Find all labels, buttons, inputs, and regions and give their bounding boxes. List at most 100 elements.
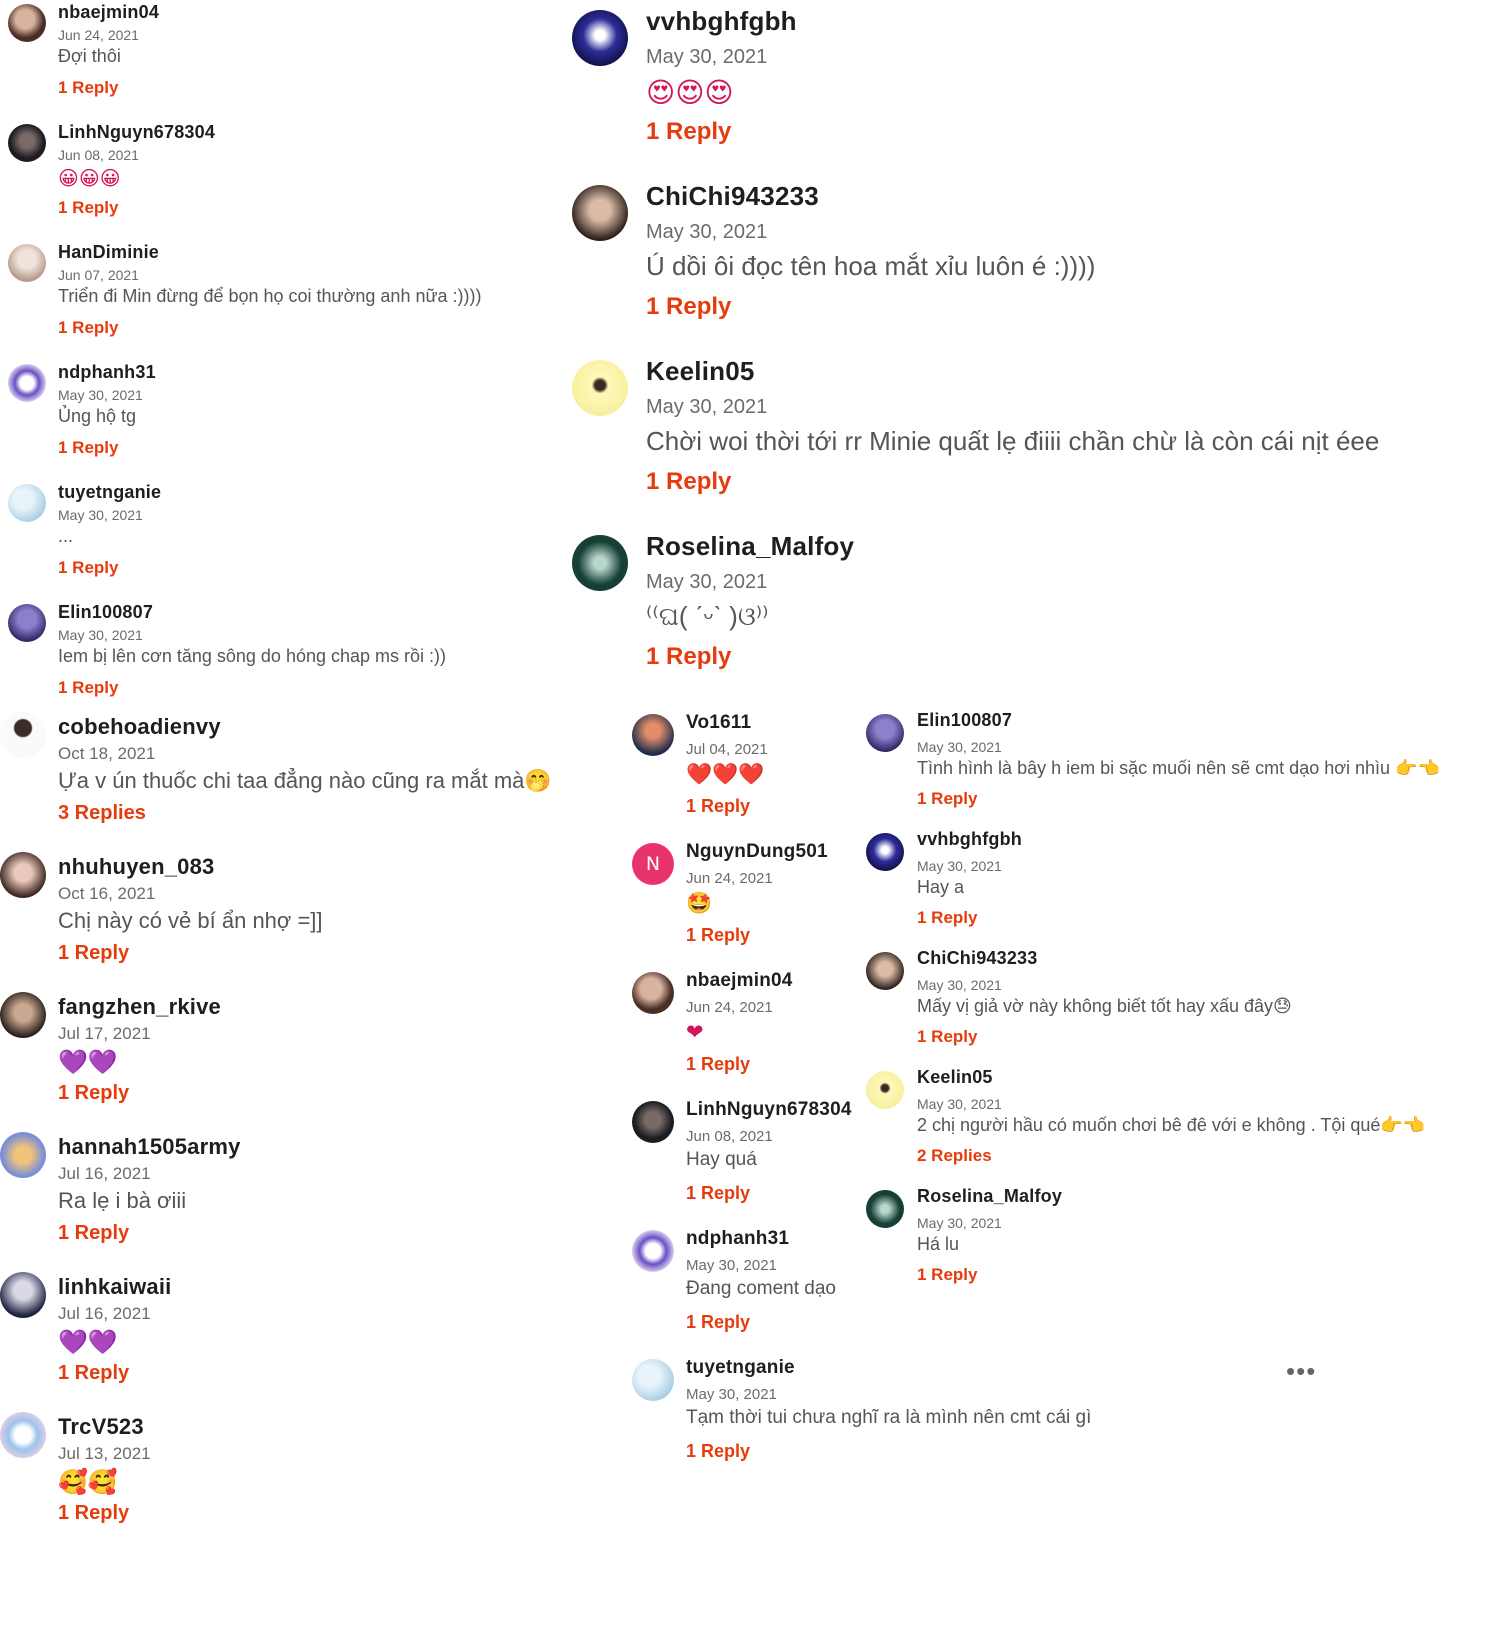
reply-count-button[interactable]: 1 Reply (917, 1027, 977, 1047)
reply-count-button[interactable]: 2 Replies (917, 1146, 992, 1166)
avatar[interactable] (632, 972, 674, 1014)
avatar[interactable] (866, 1190, 904, 1228)
reply-count-button[interactable]: 1 Reply (58, 678, 118, 698)
reply-count-button[interactable]: 1 Reply (58, 78, 118, 98)
username-link[interactable]: vvhbghfgbh (646, 6, 797, 37)
username-link[interactable]: Roselina_Malfoy (917, 1186, 1062, 1207)
reply-count-button[interactable]: 1 Reply (58, 318, 118, 338)
username-link[interactable]: TrcV523 (58, 1414, 144, 1440)
username-link[interactable]: Roselina_Malfoy (646, 531, 854, 562)
username-link[interactable]: LinhNguyn678304 (58, 122, 215, 143)
comment-date: Jun 24, 2021 (686, 870, 773, 887)
username-link[interactable]: Elin100807 (58, 602, 153, 623)
comment-date: May 30, 2021 (686, 1386, 777, 1403)
username-link[interactable]: NguynDung501 (686, 841, 828, 863)
reply-count-button[interactable]: 1 Reply (917, 908, 977, 928)
comment-date: May 30, 2021 (646, 396, 768, 418)
avatar[interactable]: N (632, 843, 674, 885)
avatar[interactable] (866, 833, 904, 871)
username-link[interactable]: ndphanh31 (58, 362, 156, 383)
avatar[interactable] (8, 364, 46, 402)
reply-count-button[interactable]: 1 Reply (646, 643, 731, 671)
comment-date: May 30, 2021 (917, 1096, 1002, 1112)
avatar[interactable] (632, 714, 674, 756)
reply-count-button[interactable]: 3 Replies (58, 802, 146, 825)
avatar[interactable] (572, 185, 628, 241)
comment-item: HanDiminie Jun 07, 2021 Triển đi Min đừng … (8, 240, 548, 360)
username-link[interactable]: Elin100807 (917, 710, 1012, 731)
avatar[interactable] (572, 535, 628, 591)
comment-item: ChiChi943233 May 30, 2021 Ú dồi ôi đọc tên… (572, 179, 1472, 354)
reply-count-button[interactable]: 1 Reply (58, 942, 129, 965)
username-link[interactable]: fangzhen_rkive (58, 994, 221, 1020)
username-link[interactable]: LinhNguyn678304 (686, 1099, 852, 1121)
username-link[interactable]: ChiChi943233 (646, 181, 819, 212)
avatar[interactable] (572, 360, 628, 416)
username-link[interactable]: ChiChi943233 (917, 948, 1037, 969)
reply-count-button[interactable]: 1 Reply (917, 1265, 977, 1285)
comment-text: Ựa v ún thuốc chi taa đẳng nào cũng ra m… (58, 768, 552, 793)
avatar[interactable] (572, 10, 628, 66)
comment-date: May 30, 2021 (646, 221, 768, 243)
reply-count-button[interactable]: 1 Reply (58, 1502, 129, 1525)
avatar[interactable] (0, 1412, 46, 1458)
username-link[interactable]: vvhbghfgbh (917, 829, 1022, 850)
avatar[interactable] (866, 952, 904, 990)
avatar[interactable] (866, 1071, 904, 1109)
avatar[interactable] (632, 1359, 674, 1401)
avatar[interactable] (632, 1101, 674, 1143)
username-link[interactable]: nbaejmin04 (58, 2, 159, 23)
username-link[interactable]: HanDiminie (58, 242, 159, 263)
comment-text: ❤️❤️❤️ (686, 762, 765, 786)
username-link[interactable]: hannah1505army (58, 1134, 241, 1160)
reply-count-button[interactable]: 1 Reply (917, 789, 977, 809)
username-link[interactable]: nhuhuyen_083 (58, 854, 214, 880)
comment-date: Jun 24, 2021 (58, 27, 139, 43)
username-link[interactable]: tuyetnganie (58, 482, 161, 503)
comment-text: Ủng hộ tg (58, 406, 137, 426)
avatar[interactable] (632, 1230, 674, 1272)
more-options-icon[interactable]: ••• (1286, 1356, 1316, 1387)
reply-count-button[interactable]: 1 Reply (58, 438, 118, 458)
avatar[interactable] (8, 124, 46, 162)
comment-date: May 30, 2021 (646, 46, 768, 68)
avatar[interactable] (0, 992, 46, 1038)
avatar[interactable] (8, 604, 46, 642)
reply-count-button[interactable]: 1 Reply (646, 468, 731, 496)
reply-count-button[interactable]: 1 Reply (686, 1183, 750, 1204)
username-link[interactable]: Keelin05 (646, 356, 755, 387)
reply-count-button[interactable]: 1 Reply (58, 558, 118, 578)
reply-count-button[interactable]: 1 Reply (686, 925, 750, 946)
comment-item: nbaejmin04 Jun 24, 2021 Đợi thôi 1 Reply (8, 0, 548, 120)
avatar[interactable] (866, 714, 904, 752)
reply-count-button[interactable]: 1 Reply (58, 1082, 129, 1105)
reply-count-button[interactable]: 1 Reply (686, 796, 750, 817)
avatar[interactable] (0, 1132, 46, 1178)
comment-text: 😍😍😍 (646, 76, 734, 109)
comment-text: ... (58, 526, 74, 546)
reply-count-button[interactable]: 1 Reply (686, 1312, 750, 1333)
reply-count-button[interactable]: 1 Reply (58, 1222, 129, 1245)
avatar[interactable] (0, 852, 46, 898)
username-link[interactable]: Keelin05 (917, 1067, 993, 1088)
username-link[interactable]: Vo1611 (686, 712, 751, 734)
comment-date: Jun 08, 2021 (686, 1128, 773, 1145)
avatar[interactable] (0, 712, 46, 758)
avatar[interactable] (8, 484, 46, 522)
comment-text: Ú dồi ôi đọc tên hoa mắt xỉu luôn é :)))… (646, 251, 1096, 281)
reply-count-button[interactable]: 1 Reply (646, 118, 731, 146)
reply-count-button[interactable]: 1 Reply (58, 198, 118, 218)
avatar[interactable] (0, 1272, 46, 1318)
username-link[interactable]: linhkaiwaii (58, 1274, 171, 1300)
reply-count-button[interactable]: 1 Reply (686, 1054, 750, 1075)
reply-count-button[interactable]: 1 Reply (58, 1362, 129, 1385)
reply-count-button[interactable]: 1 Reply (646, 293, 731, 321)
reply-count-button[interactable]: 1 Reply (686, 1441, 750, 1462)
username-link[interactable]: nbaejmin04 (686, 970, 793, 992)
avatar[interactable] (8, 4, 46, 42)
username-link[interactable]: ndphanh31 (686, 1228, 789, 1250)
username-link[interactable]: cobehoadienvy (58, 714, 221, 740)
avatar[interactable] (8, 244, 46, 282)
comment-date: May 30, 2021 (58, 507, 143, 523)
username-link[interactable]: tuyetnganie (686, 1357, 795, 1379)
